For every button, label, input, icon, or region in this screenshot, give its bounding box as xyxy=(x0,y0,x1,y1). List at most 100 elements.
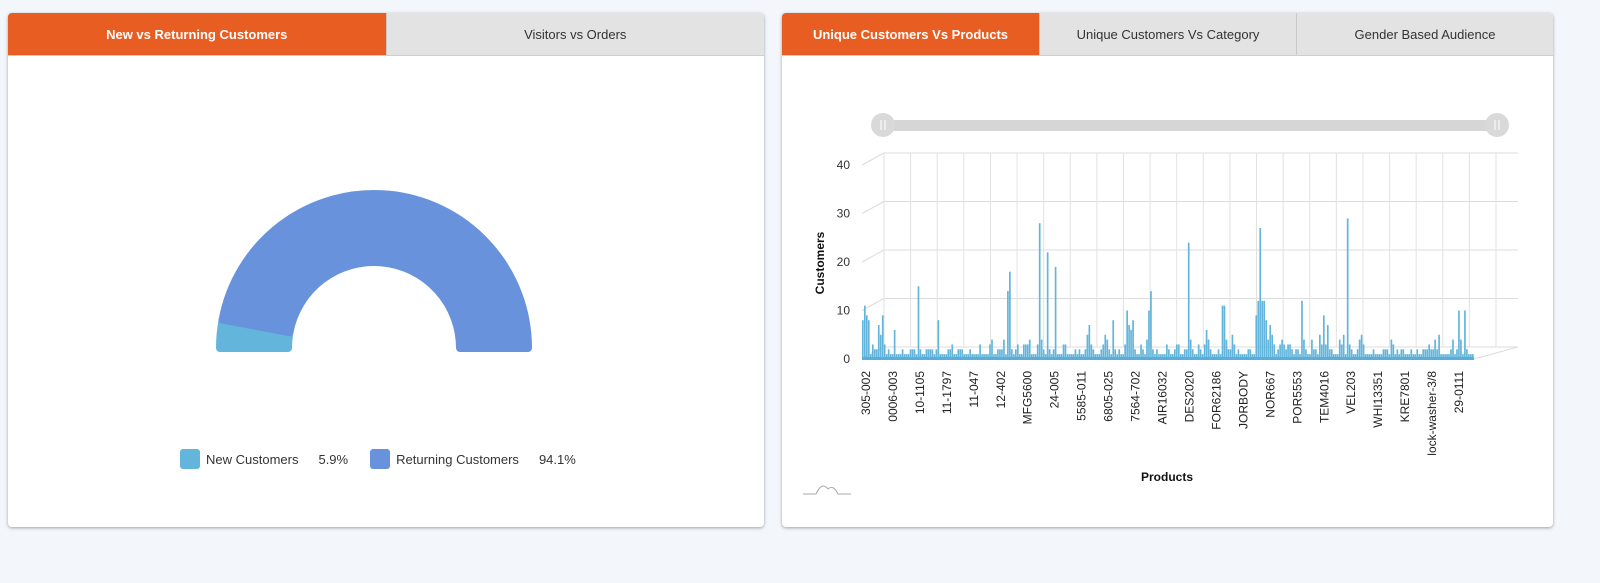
bar[interactable] xyxy=(1028,339,1031,359)
bar[interactable] xyxy=(1189,339,1192,359)
bar[interactable] xyxy=(1338,339,1341,359)
bar[interactable] xyxy=(1104,334,1107,359)
bar[interactable] xyxy=(1283,344,1285,359)
bar[interactable] xyxy=(863,305,866,359)
bar[interactable] xyxy=(1187,242,1190,359)
bar[interactable] xyxy=(1128,325,1130,359)
bar[interactable] xyxy=(1177,344,1180,359)
bar[interactable] xyxy=(1102,344,1105,359)
bar[interactable] xyxy=(1046,252,1049,359)
bar[interactable] xyxy=(1392,344,1395,359)
bar[interactable] xyxy=(1112,320,1115,359)
bar[interactable] xyxy=(1281,339,1283,359)
bar[interactable] xyxy=(1324,344,1327,359)
bar[interactable] xyxy=(879,334,882,359)
legend-swatch-returning[interactable] xyxy=(370,449,391,469)
slice-returning-customers[interactable] xyxy=(218,190,532,352)
bar[interactable] xyxy=(1140,344,1142,359)
range-preview-icon[interactable] xyxy=(803,485,851,495)
bar[interactable] xyxy=(1054,266,1057,359)
bar[interactable] xyxy=(1064,344,1067,359)
bar[interactable] xyxy=(1146,339,1148,359)
bar[interactable] xyxy=(883,344,886,359)
zoom-slider-track[interactable] xyxy=(882,120,1497,131)
bar[interactable] xyxy=(1175,344,1178,359)
bar[interactable] xyxy=(1221,305,1224,359)
tab-visitors-vs-orders[interactable]: Visitors vs Orders xyxy=(385,13,764,55)
bar[interactable] xyxy=(1009,271,1011,359)
bar[interactable] xyxy=(1225,339,1228,359)
bar[interactable] xyxy=(881,315,884,359)
bar[interactable] xyxy=(1022,344,1025,359)
bar[interactable] xyxy=(1269,325,1272,359)
bar[interactable] xyxy=(1289,344,1291,359)
bar[interactable] xyxy=(1090,344,1093,359)
bar[interactable] xyxy=(1311,339,1313,359)
tab-gender-based-audience[interactable]: Gender Based Audience xyxy=(1296,13,1553,55)
bar[interactable] xyxy=(1166,344,1168,359)
bar[interactable] xyxy=(1265,320,1268,359)
bar[interactable] xyxy=(1342,334,1345,359)
bar[interactable] xyxy=(1301,300,1303,359)
legend-label-new[interactable]: New Customers xyxy=(206,452,298,467)
bar[interactable] xyxy=(871,344,874,359)
bar[interactable] xyxy=(917,286,920,359)
bar[interactable] xyxy=(1231,334,1234,359)
bar[interactable] xyxy=(1088,325,1091,359)
bar[interactable] xyxy=(1016,344,1019,359)
bar[interactable] xyxy=(1124,344,1126,359)
bar[interactable] xyxy=(1303,339,1305,359)
bar[interactable] xyxy=(1458,310,1460,360)
bar[interactable] xyxy=(1390,339,1393,359)
bar[interactable] xyxy=(1203,344,1206,359)
bar[interactable] xyxy=(1197,344,1200,359)
zoom-slider-start-handle[interactable] xyxy=(871,113,895,137)
bar[interactable] xyxy=(1460,339,1462,359)
bar[interactable] xyxy=(1358,339,1361,359)
bar[interactable] xyxy=(1038,223,1041,359)
bar[interactable] xyxy=(1255,315,1258,359)
bar[interactable] xyxy=(1321,344,1323,359)
bar[interactable] xyxy=(937,320,940,359)
bar[interactable] xyxy=(979,344,981,359)
tab-unique-customers-vs-category[interactable]: Unique Customers Vs Category xyxy=(1039,13,1296,55)
bar[interactable] xyxy=(1326,325,1329,359)
bar[interactable] xyxy=(1130,329,1132,359)
bar[interactable] xyxy=(1223,305,1226,359)
bar[interactable] xyxy=(1150,291,1152,359)
bar[interactable] xyxy=(865,315,868,359)
bar[interactable] xyxy=(1360,334,1363,359)
bar[interactable] xyxy=(1126,310,1128,360)
bar[interactable] xyxy=(1086,334,1089,359)
bar[interactable] xyxy=(893,329,896,359)
bar[interactable] xyxy=(951,344,954,359)
bar[interactable] xyxy=(862,320,864,359)
legend-label-returning[interactable]: Returning Customers xyxy=(396,452,519,467)
bar[interactable] xyxy=(1271,334,1274,359)
bar[interactable] xyxy=(1438,334,1440,359)
bar[interactable] xyxy=(1207,339,1210,359)
bar[interactable] xyxy=(1003,339,1005,359)
bar[interactable] xyxy=(1106,339,1109,359)
bar[interactable] xyxy=(1007,291,1009,359)
tab-unique-customers-vs-products[interactable]: Unique Customers Vs Products xyxy=(782,13,1039,55)
bar[interactable] xyxy=(1257,300,1260,359)
bar[interactable] xyxy=(1322,315,1325,359)
bar[interactable] xyxy=(1452,339,1454,359)
legend-swatch-new[interactable] xyxy=(180,449,200,469)
bar[interactable] xyxy=(989,344,991,359)
bar[interactable] xyxy=(1205,329,1208,359)
bar[interactable] xyxy=(1062,344,1065,359)
bar[interactable] xyxy=(1263,300,1266,359)
bar[interactable] xyxy=(1434,339,1436,359)
zoom-slider-end-handle[interactable] xyxy=(1485,113,1509,137)
bar[interactable] xyxy=(1267,339,1270,359)
bar[interactable] xyxy=(1026,344,1029,359)
bar[interactable] xyxy=(1036,344,1039,359)
bar[interactable] xyxy=(1024,344,1027,359)
bar[interactable] xyxy=(1287,344,1289,359)
bar[interactable] xyxy=(1279,344,1281,359)
bar[interactable] xyxy=(1233,344,1236,359)
bar[interactable] xyxy=(1362,344,1365,359)
bar[interactable] xyxy=(1464,310,1466,360)
